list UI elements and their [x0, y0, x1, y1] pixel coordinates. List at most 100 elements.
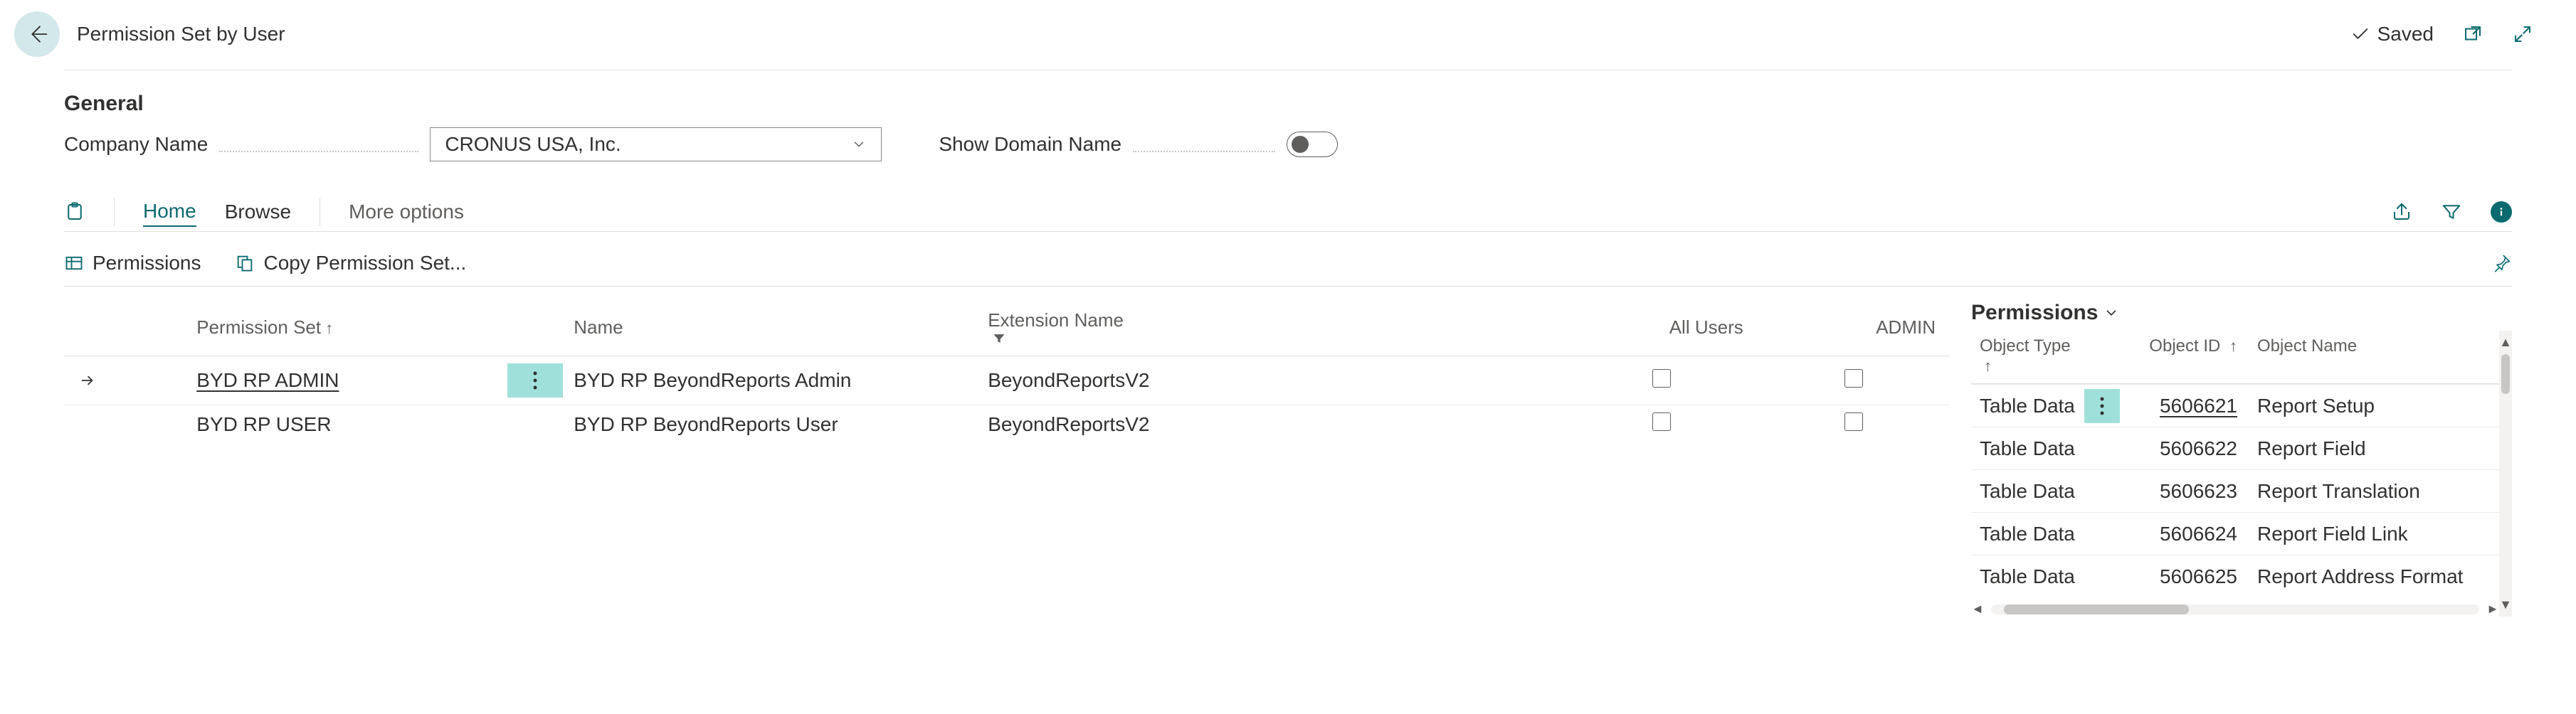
- filter-applied-icon: [992, 331, 1006, 346]
- attach-icon: [64, 201, 85, 223]
- admin-checkbox[interactable]: [1844, 369, 1863, 388]
- attach-button[interactable]: [64, 201, 85, 223]
- toggle-knob: [1292, 136, 1309, 153]
- table-row[interactable]: BYD RP ADMIN BYD RP BeyondReports AdminBe…: [64, 356, 1950, 405]
- chevron-down-icon: [2103, 305, 2119, 321]
- filter-icon: [2441, 201, 2462, 223]
- side-col-object-type[interactable]: Object Type↑: [1971, 336, 2078, 376]
- side-col-object-id[interactable]: Object ID ↑: [2126, 336, 2254, 376]
- share-button[interactable]: [2391, 201, 2412, 223]
- back-button[interactable]: [14, 11, 60, 57]
- side-row[interactable]: Table Data 5606622 Report Field: [1971, 427, 2499, 469]
- extension-cell: BeyondReportsV2: [973, 405, 1565, 444]
- permission-set-table: Permission Set↑ Name Extension Name All …: [64, 301, 1950, 444]
- sort-asc-icon: ↑: [325, 319, 333, 337]
- dotted-leader: [1133, 132, 1275, 152]
- saved-status: Saved: [2350, 23, 2434, 46]
- copy-icon: [235, 253, 255, 273]
- object-name-cell: Report Translation: [2254, 480, 2499, 503]
- copy-permission-set-label: Copy Permission Set...: [263, 252, 466, 275]
- row-menu-button[interactable]: [507, 363, 563, 398]
- all-users-checkbox[interactable]: [1652, 412, 1671, 431]
- scroll-down-icon[interactable]: ▼: [2499, 597, 2512, 612]
- side-panel-title[interactable]: Permissions: [1971, 301, 2512, 325]
- object-type-cell: Table Data: [1971, 565, 2078, 588]
- show-domain-toggle[interactable]: [1287, 132, 1338, 157]
- copy-permission-set-action[interactable]: Copy Permission Set...: [235, 252, 466, 275]
- object-type-cell: Table Data: [1971, 523, 2078, 545]
- open-external-button[interactable]: [2462, 23, 2483, 45]
- object-id-link[interactable]: 5606621: [2160, 395, 2237, 417]
- col-extension-name[interactable]: Extension Name: [973, 301, 1565, 356]
- admin-checkbox[interactable]: [1844, 412, 1863, 431]
- col-admin[interactable]: ADMIN: [1758, 301, 1950, 356]
- col-all-users[interactable]: All Users: [1566, 301, 1758, 356]
- sort-asc-icon: ↑: [1984, 357, 1992, 375]
- object-name-cell: Report Address Format: [2254, 565, 2499, 588]
- share-icon: [2391, 201, 2412, 223]
- side-row[interactable]: Table Data 5606625 Report Address Format: [1971, 555, 2499, 597]
- object-name-cell: Report Setup: [2254, 395, 2499, 417]
- dotted-leader: [219, 132, 418, 152]
- kebab-icon: [532, 370, 538, 391]
- col-name[interactable]: Name: [559, 301, 973, 356]
- side-col-object-name[interactable]: Object Name: [2254, 336, 2499, 376]
- info-button[interactable]: [2491, 201, 2512, 223]
- side-horizontal-scrollbar[interactable]: ◄ ►: [1971, 602, 2499, 617]
- col-permission-set[interactable]: Permission Set↑: [182, 301, 492, 356]
- extension-cell: BeyondReportsV2: [973, 356, 1565, 405]
- open-external-icon: [2462, 23, 2483, 45]
- object-id-cell: 5606624: [2160, 523, 2237, 545]
- page-title: Permission Set by User: [77, 23, 285, 46]
- scroll-left-icon[interactable]: ◄: [1971, 602, 1984, 617]
- table-icon: [64, 253, 84, 273]
- object-type-cell: Table Data: [1971, 395, 2078, 417]
- scrollbar-thumb[interactable]: [2501, 354, 2510, 394]
- kebab-icon: [2099, 395, 2105, 417]
- permission-set-link[interactable]: BYD RP ADMIN: [196, 369, 339, 391]
- pin-button[interactable]: [2492, 253, 2512, 273]
- scroll-right-icon[interactable]: ►: [2486, 602, 2499, 617]
- table-row[interactable]: BYD RP USER BYD RP BeyondReports UserBeyo…: [64, 405, 1950, 444]
- tab-browse[interactable]: Browse: [225, 198, 291, 226]
- saved-label: Saved: [2377, 23, 2434, 46]
- company-name-label: Company Name: [64, 133, 208, 156]
- scrollbar-thumb[interactable]: [2004, 604, 2189, 614]
- row-menu-button[interactable]: [2084, 389, 2120, 423]
- chevron-down-icon: [851, 137, 867, 152]
- more-options-button[interactable]: More options: [349, 198, 464, 226]
- pin-icon: [2492, 253, 2512, 273]
- side-row[interactable]: Table Data 5606624 Report Field Link: [1971, 512, 2499, 555]
- company-name-select[interactable]: CRONUS USA, Inc.: [430, 127, 882, 161]
- side-row[interactable]: Table Data 5606621 Report Setup: [1971, 384, 2499, 427]
- permissions-action-label: Permissions: [93, 252, 201, 275]
- name-cell: BYD RP BeyondReports Admin: [559, 356, 973, 405]
- scroll-up-icon[interactable]: ▲: [2499, 335, 2512, 350]
- row-indicator-icon: [78, 371, 97, 390]
- permissions-action[interactable]: Permissions: [64, 252, 201, 275]
- separator: [114, 198, 115, 226]
- collapse-button[interactable]: [2512, 23, 2533, 45]
- collapse-icon: [2512, 23, 2533, 45]
- all-users-checkbox[interactable]: [1652, 369, 1671, 388]
- general-section-title: General: [64, 92, 2512, 116]
- name-cell: BYD RP BeyondReports User: [559, 405, 973, 444]
- object-id-cell: 5606622: [2160, 437, 2237, 459]
- check-icon: [2350, 24, 2370, 44]
- sort-asc-icon: ↑: [2229, 337, 2237, 355]
- info-icon: [2495, 206, 2508, 218]
- object-type-cell: Table Data: [1971, 480, 2078, 503]
- side-row[interactable]: Table Data 5606623 Report Translation: [1971, 469, 2499, 512]
- object-type-cell: Table Data: [1971, 437, 2078, 460]
- object-id-cell: 5606623: [2160, 480, 2237, 502]
- side-vertical-scrollbar[interactable]: ▲ ▼: [2499, 331, 2512, 617]
- object-name-cell: Report Field: [2254, 437, 2499, 460]
- show-domain-label: Show Domain Name: [939, 133, 1121, 156]
- tab-home[interactable]: Home: [143, 197, 196, 227]
- company-name-value: CRONUS USA, Inc.: [445, 133, 621, 156]
- permission-set-cell: BYD RP USER: [196, 413, 331, 435]
- filter-button[interactable]: [2441, 201, 2462, 223]
- object-name-cell: Report Field Link: [2254, 523, 2499, 545]
- object-id-cell: 5606625: [2160, 565, 2237, 587]
- arrow-left-icon: [26, 23, 48, 46]
